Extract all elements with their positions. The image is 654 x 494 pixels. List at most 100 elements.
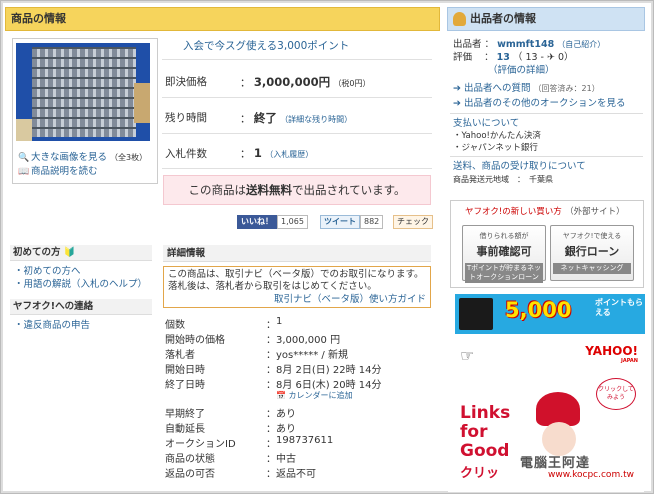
detail-value: 3,000,000 円 (276, 335, 341, 346)
detail-colon: ： (266, 380, 276, 391)
enlarge-image-link[interactable]: 大きな画像を見る (31, 151, 107, 165)
photo-links: 🔍 大きな画像を見る （全3枚） 📖 商品説明を読む (18, 151, 147, 179)
remaining-label: 残り時間 (165, 112, 207, 124)
trade-navi-notice: この商品は、取引ナビ（ベータ版）でのお取引になります。落札後は、落札者から取引を… (163, 266, 431, 308)
like-button[interactable]: いいね！ (237, 215, 277, 229)
glossary-link[interactable]: ・用語の解説（入札のヘルプ） (14, 278, 147, 291)
detail-label: 早期終了 (165, 409, 205, 420)
divider (162, 59, 432, 60)
read-description-link[interactable]: 商品説明を読む (31, 165, 98, 179)
detail-label: 個数 (165, 320, 185, 331)
detail-colon: ： (266, 454, 276, 465)
points-banner[interactable]: 5,000 ポイントもらえる (455, 294, 645, 334)
detail-label: 商品の状態 (165, 454, 215, 465)
question-row: ➔ 出品者への質問 （回答済み：21） (453, 83, 600, 94)
free-shipping-banner: この商品は送料無料で出品されています。 (163, 175, 431, 205)
detail-colon: ： (266, 320, 276, 331)
divider (450, 113, 643, 114)
like-count: 1,065 (277, 215, 308, 229)
detail-colon: ： (266, 350, 276, 361)
payment-item: ・ジャパンネット銀行 (453, 143, 538, 153)
details-heading: 詳細情報 (163, 245, 431, 262)
rating-detail-link[interactable]: （評価の詳細） (488, 64, 555, 77)
detail-label: 落札者 (165, 350, 195, 361)
detail-colon: ： (266, 469, 276, 480)
seller-rating-row: 評価 ： 13 （ 13 - ✈ 0） (453, 52, 574, 63)
detail-label: オークションID (165, 439, 236, 450)
watermark-url: www.kocpc.com.tw (548, 470, 634, 480)
ship-from: 商品発送元地域 ： 千葉県 (453, 175, 553, 184)
check-button[interactable]: チェック (393, 215, 433, 229)
seller-info-header: 出品者の情報 (447, 7, 645, 31)
tweet[interactable]: ツイート 882 (320, 215, 384, 229)
card-icon (459, 298, 493, 330)
click-bubble: クリックしてみよう (596, 378, 636, 410)
detail-value: 198737611 (276, 435, 334, 446)
beginner-icon: 🔰 (63, 247, 76, 258)
detail-value: 8月 2日(日) 22時 14分 (276, 365, 382, 376)
product-info-header: 商品の情報 (5, 7, 440, 31)
first-time-link[interactable]: ・初めての方へ (14, 265, 81, 278)
add-calendar-link[interactable]: 📅 カレンダーに追加 (276, 390, 353, 401)
seller-id-row: 出品者 ： wmmft148 （自己紹介） (453, 39, 606, 50)
detail-value: 中古 (276, 454, 296, 465)
calendar-icon: 📅 (276, 391, 286, 400)
report-link[interactable]: ・違反商品の申告 (14, 319, 90, 332)
product-photo[interactable] (16, 43, 150, 141)
new-way-box: ヤフオク!の新しい買い方 （外部サイト） 借りられる額が 事前確認可 Tポイントが貯… (450, 200, 644, 288)
tweet-count: 882 (360, 215, 384, 229)
points-promo-link[interactable]: 入会で今スグ使える3,000ポイント (183, 38, 349, 53)
arrow-icon: ➔ (453, 83, 461, 94)
contact-heading: ヤフオク!への連絡 (10, 299, 152, 315)
yahoo-logo: YAHOO! JAPAN (585, 344, 638, 364)
detail-value: あり (276, 409, 296, 420)
detail-label: 返品の可否 (165, 469, 215, 480)
price-label: 即決価格 (165, 76, 207, 88)
person-icon (453, 12, 466, 26)
detail-value: あり (276, 424, 296, 435)
rating-link[interactable]: 13 (497, 52, 510, 63)
bank-loan-button[interactable]: ヤフオク!で使える 銀行ローン ネットキャッシング (550, 225, 634, 281)
first-time-heading: 初めての方 🔰 (10, 245, 152, 261)
slogan: Links for Good (460, 403, 511, 461)
arrow-icon: ➔ (453, 98, 461, 109)
child-face (542, 422, 576, 456)
bids-label: 入札件数 (165, 148, 207, 160)
detail-value: 1 (276, 316, 283, 327)
remaining-detail-link[interactable]: （詳細な残り時間） (280, 115, 352, 124)
payment-heading-link[interactable]: 支払いについて (453, 117, 519, 130)
detail-label: 自動延長 (165, 424, 205, 435)
facebook-like[interactable]: いいね！ 1,065 (237, 215, 308, 229)
loan-precheck-button[interactable]: 借りられる額が 事前確認可 Tポイントが貯まるネットオークションローン (462, 225, 546, 283)
detail-value: 返品不可 (276, 469, 316, 480)
detail-colon: ： (266, 409, 276, 420)
divider (162, 168, 432, 169)
divider (162, 133, 432, 134)
detail-colon: ： (266, 424, 276, 435)
banner-foot-text: クリッ (460, 466, 500, 481)
detail-value: yos***** / 新規 (276, 350, 348, 361)
tweet-button[interactable]: ツイート (320, 215, 360, 229)
detail-colon: ： (266, 365, 276, 376)
image-count: （全3枚） (110, 153, 148, 162)
detail-colon: ： (266, 335, 276, 346)
book-icon: 📖 (18, 167, 30, 177)
red-hat (536, 392, 580, 426)
other-auctions-row: ➔ 出品者のその他のオークションを見る (453, 97, 626, 110)
magnifier-icon: 🔍 (18, 153, 30, 163)
seller-id-link[interactable]: wmmft148 (497, 39, 554, 50)
bids-value: ： 1 （入札履歴） (240, 146, 314, 160)
pointer-hand-icon: ☞ (460, 346, 475, 365)
check-button-wrap[interactable]: チェック (393, 215, 433, 229)
divider (162, 97, 432, 98)
remaining-value: ： 終了 （詳細な残り時間） (240, 111, 353, 125)
shipping-heading-link[interactable]: 送料、商品の受け取りについて (453, 160, 586, 173)
detail-value: 8月 6日(木) 20時 14分 (276, 380, 382, 391)
divider (450, 156, 643, 157)
trade-navi-guide-link[interactable]: 取引ナビ（ベータ版）使い方ガイド (168, 294, 426, 306)
bid-history-link[interactable]: （入札履歴） (265, 150, 313, 159)
seller-question-link[interactable]: 出品者への質問 (464, 83, 531, 94)
self-intro-link[interactable]: （自己紹介） (557, 40, 605, 49)
other-auctions-link[interactable]: 出品者のその他のオークションを見る (464, 98, 626, 109)
detail-label: 開始時の価格 (165, 335, 225, 346)
